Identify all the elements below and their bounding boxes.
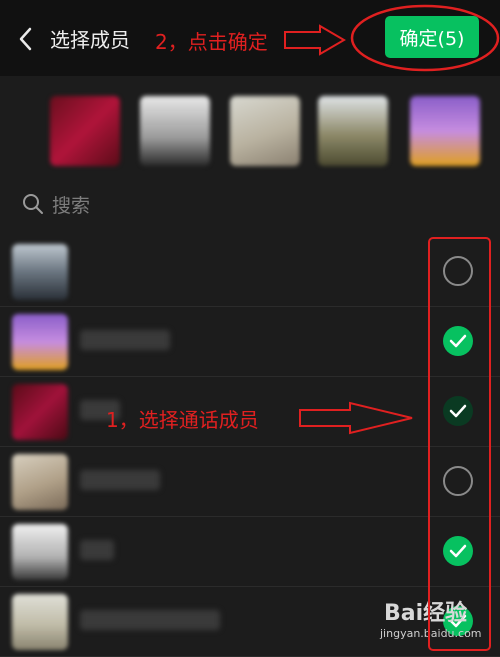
checkbox-checked[interactable]: [443, 326, 473, 356]
contact-row[interactable]: [0, 236, 500, 307]
watermark-url: jingyan.baidu.com: [380, 627, 482, 640]
checkbox-checked[interactable]: [443, 536, 473, 566]
search-input[interactable]: 搜索: [52, 191, 90, 218]
header-bar: 选择成员 2，点击确定 确定(5): [0, 0, 500, 76]
contact-row[interactable]: [0, 516, 500, 587]
contact-avatar: [12, 314, 68, 370]
checkmark-icon: [449, 334, 467, 348]
checkmark-icon: [449, 544, 467, 558]
checkbox-unchecked[interactable]: [443, 256, 473, 286]
checkmark-icon: [449, 404, 467, 418]
back-arrow-icon[interactable]: [14, 24, 40, 54]
page-title: 选择成员: [50, 28, 130, 52]
contact-avatar: [12, 524, 68, 580]
watermark: Bai经验 jingyan.baidu.com: [380, 595, 498, 650]
contact-avatar: [12, 454, 68, 510]
selected-avatar[interactable]: [318, 96, 388, 166]
contact-name-blurred: [80, 330, 170, 350]
annotation-step2: 2，点击确定: [155, 30, 268, 54]
contact-avatar: [12, 244, 68, 300]
search-bar[interactable]: 搜索: [22, 186, 322, 222]
contact-name-blurred: [80, 610, 220, 630]
selected-avatar[interactable]: [140, 96, 210, 166]
checkbox-unchecked[interactable]: [443, 466, 473, 496]
selected-members-strip: [0, 76, 500, 186]
annotation-step1: 1，选择通话成员: [106, 408, 259, 432]
contact-name-blurred: [80, 540, 114, 560]
search-icon: [23, 194, 43, 214]
watermark-logo: Bai经验: [384, 601, 468, 626]
selected-avatar[interactable]: [50, 96, 120, 166]
contact-row[interactable]: [0, 306, 500, 377]
contact-avatar: [12, 594, 68, 650]
contact-avatar: [12, 384, 68, 440]
selected-avatar[interactable]: [230, 96, 300, 166]
checkbox-checked[interactable]: [443, 396, 473, 426]
contact-name-blurred: [80, 470, 160, 490]
confirm-button[interactable]: 确定(5): [385, 16, 479, 58]
selected-avatar[interactable]: [410, 96, 480, 166]
contact-row[interactable]: [0, 446, 500, 517]
